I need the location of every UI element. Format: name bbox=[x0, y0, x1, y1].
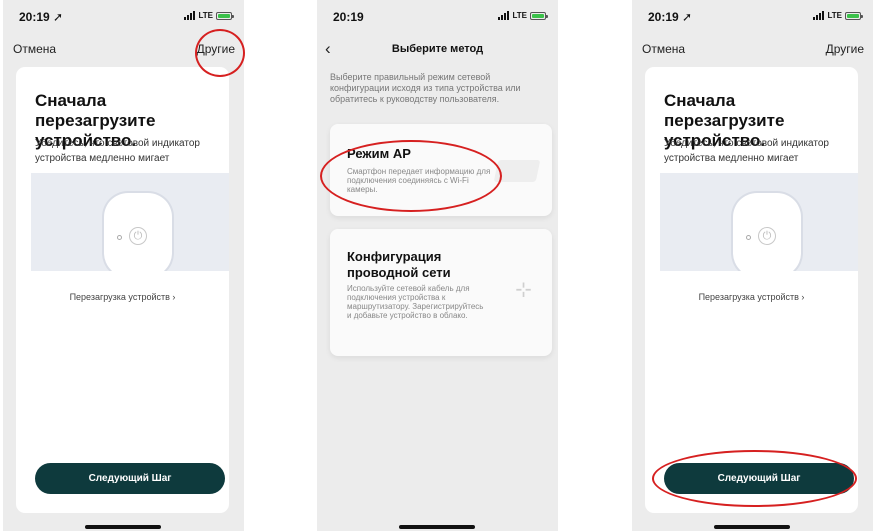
option-description: Используйте сетевой кабель для подключен… bbox=[347, 284, 484, 320]
device-illustration: ⏻ bbox=[31, 173, 229, 271]
restart-card: Сначала перезагрузите устройство. Убедит… bbox=[645, 67, 858, 513]
cancel-button[interactable]: Отмена bbox=[13, 42, 56, 56]
instruction-text: Убедитесь, что световой индикатор устрой… bbox=[35, 138, 200, 164]
home-indicator bbox=[399, 525, 475, 529]
other-button[interactable]: Другие bbox=[826, 42, 864, 56]
battery-icon bbox=[845, 11, 863, 20]
status-bar: 20:19 LTE bbox=[317, 0, 558, 34]
location-icon: ➚ bbox=[682, 10, 693, 24]
next-step-button[interactable]: Следующий Шаг bbox=[664, 463, 854, 494]
page-title: Выберите метод bbox=[391, 43, 484, 55]
location-icon: ➚ bbox=[53, 10, 64, 24]
chevron-right-icon: › bbox=[172, 292, 176, 302]
phone-screen-restart-next: 20:19 ➚ LTE Отмена Другие Сначала переза… bbox=[632, 0, 873, 531]
signal-icon bbox=[498, 11, 510, 20]
option-title: Конфигурация проводной сети bbox=[347, 249, 451, 280]
home-indicator bbox=[85, 525, 161, 529]
phone-screen-restart: 20:19 ➚ LTE Отмена Другие Сначала переза… bbox=[3, 0, 244, 531]
cancel-button[interactable]: Отмена bbox=[642, 42, 685, 56]
network-icon: ⊹ bbox=[515, 279, 532, 301]
signal-icon bbox=[184, 11, 196, 20]
network-type: LTE bbox=[827, 11, 842, 20]
indicator-light bbox=[117, 235, 122, 240]
restart-devices-link[interactable]: Перезагрузка устройств › bbox=[645, 292, 858, 302]
wired-config-option[interactable]: Конфигурация проводной сети Используйте … bbox=[330, 229, 552, 356]
chevron-right-icon: › bbox=[801, 292, 805, 302]
nav-bar: ‹ Выберите метод bbox=[317, 34, 558, 64]
network-type: LTE bbox=[198, 11, 213, 20]
network-type: LTE bbox=[512, 11, 527, 20]
nav-bar: Отмена Другие bbox=[3, 34, 244, 64]
battery-icon bbox=[216, 11, 234, 20]
method-instruction: Выберите правильный режим сетевой конфиг… bbox=[330, 72, 521, 104]
status-time: 20:19 ➚ bbox=[19, 10, 64, 24]
power-icon: ⏻ bbox=[758, 227, 776, 245]
signal-icon bbox=[813, 11, 825, 20]
status-bar: 20:19 ➚ LTE bbox=[632, 0, 873, 34]
next-step-button[interactable]: Следующий Шаг bbox=[35, 463, 225, 494]
status-bar: 20:19 ➚ LTE bbox=[3, 0, 244, 34]
status-time: 20:19 bbox=[333, 10, 364, 24]
status-time: 20:19 ➚ bbox=[648, 10, 693, 24]
indicator-light bbox=[746, 235, 751, 240]
restart-devices-link[interactable]: Перезагрузка устройств › bbox=[16, 292, 229, 302]
option-title: Режим AP bbox=[347, 146, 411, 161]
option-description: Смартфон передает информацию для подключ… bbox=[347, 167, 491, 194]
home-indicator bbox=[714, 525, 790, 529]
ap-mode-option[interactable]: Режим AP Смартфон передает информацию дл… bbox=[330, 124, 552, 216]
camera-device: ⏻ bbox=[104, 193, 172, 271]
nav-bar: Отмена Другие bbox=[632, 34, 873, 64]
other-button[interactable]: Другие bbox=[197, 42, 235, 56]
camera-device: ⏻ bbox=[733, 193, 801, 271]
router-icon bbox=[493, 160, 541, 182]
battery-icon bbox=[530, 11, 548, 20]
instruction-text: Убедитесь, что световой индикатор устрой… bbox=[664, 138, 829, 164]
restart-card: Сначала перезагрузите устройство. Убедит… bbox=[16, 67, 229, 513]
phone-screen-choose-method: 20:19 LTE ‹ Выберите метод Выберите прав… bbox=[317, 0, 558, 531]
power-icon: ⏻ bbox=[129, 227, 147, 245]
device-illustration: ⏻ bbox=[660, 173, 858, 271]
